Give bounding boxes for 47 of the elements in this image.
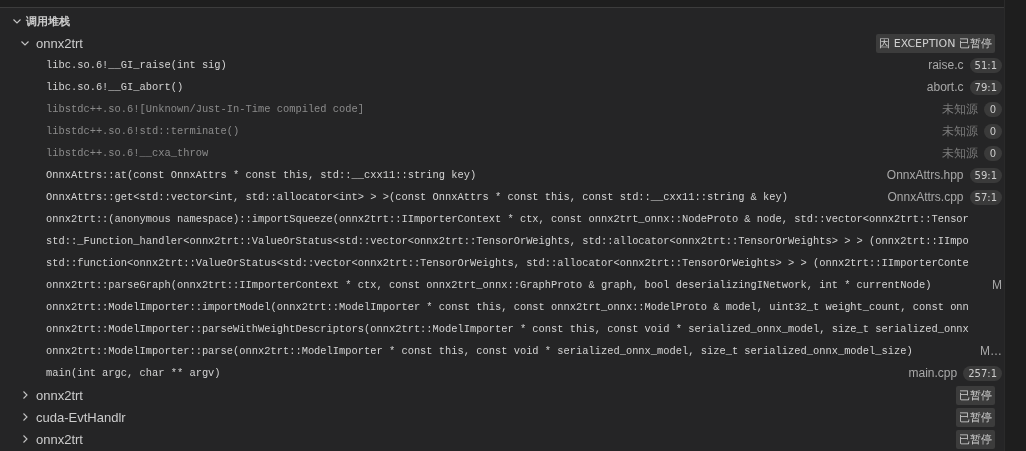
chevron-down-icon[interactable] xyxy=(20,38,30,48)
source-file: OnnxAttrs.hpp xyxy=(886,168,964,182)
stack-frame[interactable]: onnx2trt::ModelImporter::importModel(onnx2trt::ModelImporter * const this, const onnx2trt_onnx::ModelProto & model, uint32_t weight_count, const onn xyxy=(46,301,969,313)
stack-frame[interactable]: onnx2trt::ModelImporter::parse(onnx2trt::ModelImporter * const this, const void * serialized_onnx_model, size_t serialized_onnx_model_size) xyxy=(46,345,913,357)
line-number: 257:1 xyxy=(963,365,1002,381)
chevron-right-icon[interactable] xyxy=(20,412,30,422)
stack-frame[interactable]: OnnxAttrs::at(const OnnxAttrs * const this, std::__cxx11::string key) xyxy=(46,169,477,181)
stack-frame[interactable]: libstdc++.so.6!__cxa_throw xyxy=(46,147,209,159)
stack-frame[interactable]: onnx2trt::ModelImporter::parseWithWeightDescriptors(onnx2trt::ModelImporter * const this, const void * serialized_onnx_model, size_t serialized_onnx xyxy=(46,323,969,335)
stack-frame[interactable]: OnnxAttrs::get<std::vector<int, std::allocator<int> > >(const OnnxAttrs * const this, const std::__cxx11::string & key) xyxy=(46,191,788,203)
source-file: abort.c xyxy=(926,80,964,94)
line-number: 57:1 xyxy=(969,189,1002,205)
line-number: 59:1 xyxy=(969,167,1002,183)
stack-frame[interactable]: libc.so.6!__GI_abort() xyxy=(46,81,184,93)
paused-badge: 已暂停 xyxy=(956,385,995,405)
source-file: 未知源 xyxy=(942,100,978,118)
line-number: 0 xyxy=(984,123,1002,139)
chevron-right-icon[interactable] xyxy=(20,434,30,444)
stack-frame[interactable]: main(int argc, char ** argv) xyxy=(46,367,221,379)
source-file: main.cpp xyxy=(908,366,958,380)
stack-frame[interactable]: libc.so.6!__GI_raise(int sig) xyxy=(46,59,227,71)
stack-frame[interactable]: libstdc++.so.6!std::terminate() xyxy=(46,125,240,137)
source-file: M xyxy=(992,278,1002,292)
source-file: OnnxAttrs.cpp xyxy=(887,190,964,204)
paused-badge: 已暂停 xyxy=(956,407,995,427)
chevron-down-icon[interactable] xyxy=(12,16,22,26)
stack-frame[interactable]: onnx2trt::(anonymous namespace)::importSqueeze(onnx2trt::IImporterContext * ctx, const onnx2trt_onnx::NodeProto & node, std::vector<onnx2trt::Tensor xyxy=(46,213,969,225)
line-number: 51:1 xyxy=(969,57,1002,73)
thread-name[interactable]: onnx2trt xyxy=(36,431,950,447)
thread-name[interactable]: onnx2trt xyxy=(36,387,950,403)
stack-frame[interactable]: std::_Function_handler<onnx2trt::ValueOrStatus<std::vector<onnx2trt::TensorOrWeights, std::allocator<onnx2trt::TensorOrWeights> > > (onnx2trt::IImpo xyxy=(46,235,969,247)
source-file: 未知源 xyxy=(942,122,978,140)
paused-badge: 已暂停 xyxy=(956,429,995,449)
thread-name[interactable]: cuda-EvtHandlr xyxy=(36,409,950,425)
paused-badge: 因 EXCEPTION 已暂停 xyxy=(876,33,995,53)
source-file: raise.c xyxy=(928,58,964,72)
stack-frame[interactable]: onnx2trt::parseGraph(onnx2trt::IImporterContext * ctx, const onnx2trt_onnx::GraphProto & graph, bool deserializingINetwork, int * currentNode) xyxy=(46,279,932,291)
line-number: 79:1 xyxy=(969,79,1002,95)
source-file: 未知源 xyxy=(942,144,978,162)
source-file: M… xyxy=(980,344,1002,358)
chevron-right-icon[interactable] xyxy=(20,390,30,400)
panel-title[interactable]: 调用堆栈 xyxy=(26,13,70,29)
line-number: 0 xyxy=(984,145,1002,161)
thread-name[interactable]: onnx2trt xyxy=(36,35,871,51)
line-number: 0 xyxy=(984,101,1002,117)
stack-frame[interactable]: std::function<onnx2trt::ValueOrStatus<std::vector<onnx2trt::TensorOrWeights, std::allocator<onnx2trt::TensorOrWeights> > > (onnx2trt::IImporterConte xyxy=(46,257,969,269)
stack-frame[interactable]: libstdc++.so.6![Unknown/Just-In-Time compiled code] xyxy=(46,103,364,115)
